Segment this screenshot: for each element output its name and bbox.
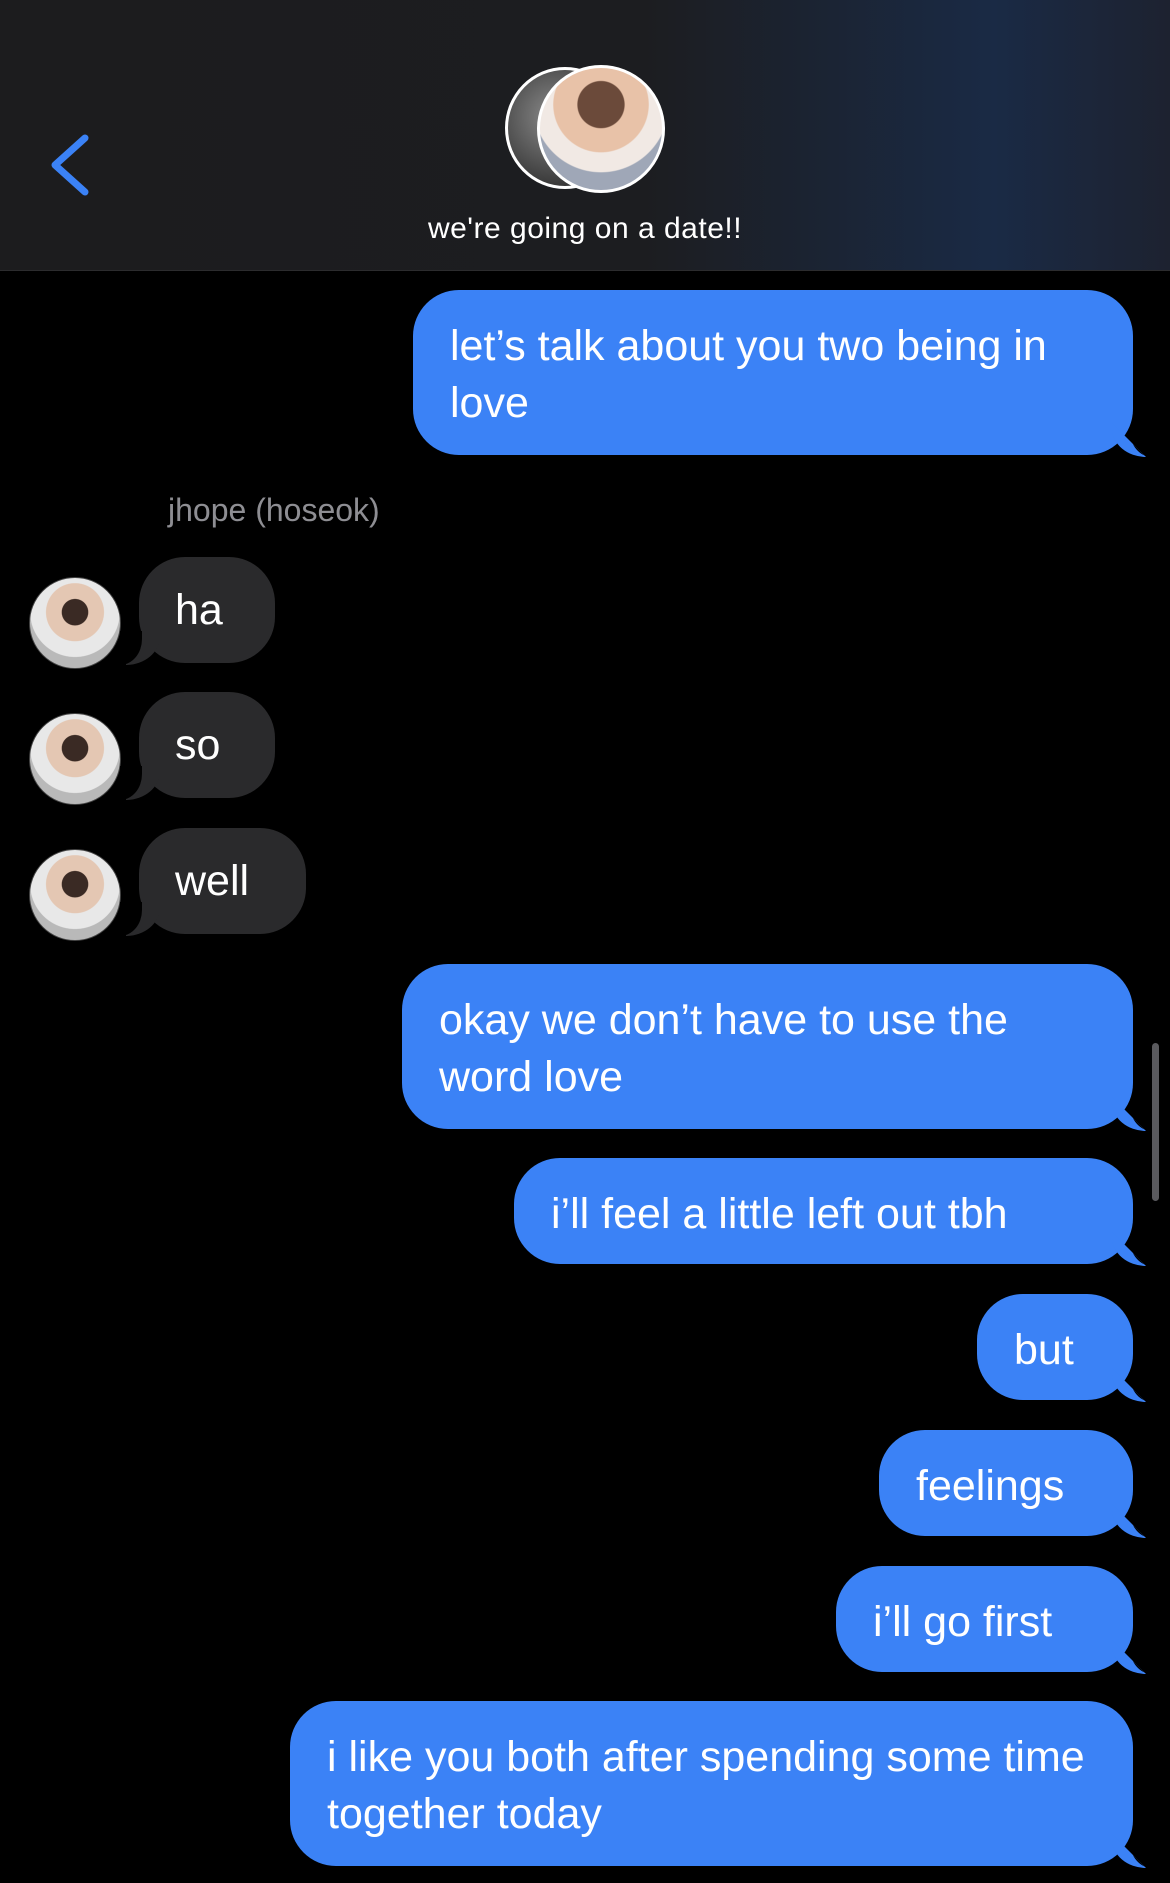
message-text: i like you both after spending some time… (327, 1733, 1085, 1838)
avatar[interactable] (29, 849, 121, 941)
bubble-tail (1112, 1640, 1146, 1674)
bubble-tail (1112, 1504, 1146, 1538)
outgoing-message[interactable]: let’s talk about you two being in love (413, 290, 1146, 457)
outgoing-message[interactable]: but (977, 1294, 1146, 1402)
bubble-tail (120, 902, 160, 936)
message-text: ha (175, 586, 223, 634)
group-title[interactable]: we're going on a date!! (0, 212, 1170, 246)
message-text: so (175, 721, 221, 769)
avatar[interactable] (29, 577, 121, 669)
scrollbar[interactable] (1152, 1043, 1159, 1201)
bubble-tail (120, 631, 160, 665)
outgoing-message[interactable]: feelings (879, 1430, 1146, 1538)
incoming-message[interactable]: well (120, 828, 306, 936)
outgoing-message[interactable]: i like you both after spending some time… (290, 1701, 1146, 1868)
incoming-message[interactable]: ha (120, 557, 275, 665)
bubble-tail (1112, 1834, 1146, 1868)
message-text: feelings (916, 1462, 1065, 1510)
message-text: but (1014, 1326, 1074, 1374)
outgoing-message[interactable]: i’ll feel a little left out tbh (514, 1158, 1146, 1266)
avatar[interactable] (29, 713, 121, 805)
bubble-tail (1112, 1097, 1146, 1131)
message-text: i’ll feel a little left out tbh (551, 1190, 1008, 1238)
back-button[interactable] (40, 120, 100, 200)
outgoing-message[interactable]: i’ll go first (836, 1566, 1146, 1674)
outgoing-message[interactable]: okay we don’t have to use the word love (402, 964, 1146, 1131)
group-avatars[interactable] (505, 65, 665, 195)
bubble-tail (1112, 1232, 1146, 1266)
bubble-tail (1112, 1368, 1146, 1402)
message-text: okay we don’t have to use the word love (439, 996, 1008, 1101)
incoming-message[interactable]: so (120, 692, 275, 800)
conversation-header: we're going on a date!! (0, 0, 1170, 271)
message-text: well (175, 857, 250, 905)
bubble-tail (1112, 423, 1146, 457)
message-text: let’s talk about you two being in love (450, 322, 1047, 427)
bubble-tail (120, 766, 160, 800)
chevron-left-icon (51, 134, 89, 196)
group-avatar-primary (537, 65, 665, 193)
message-text: i’ll go first (873, 1598, 1053, 1646)
sender-name: jhope (hoseok) (168, 492, 380, 528)
